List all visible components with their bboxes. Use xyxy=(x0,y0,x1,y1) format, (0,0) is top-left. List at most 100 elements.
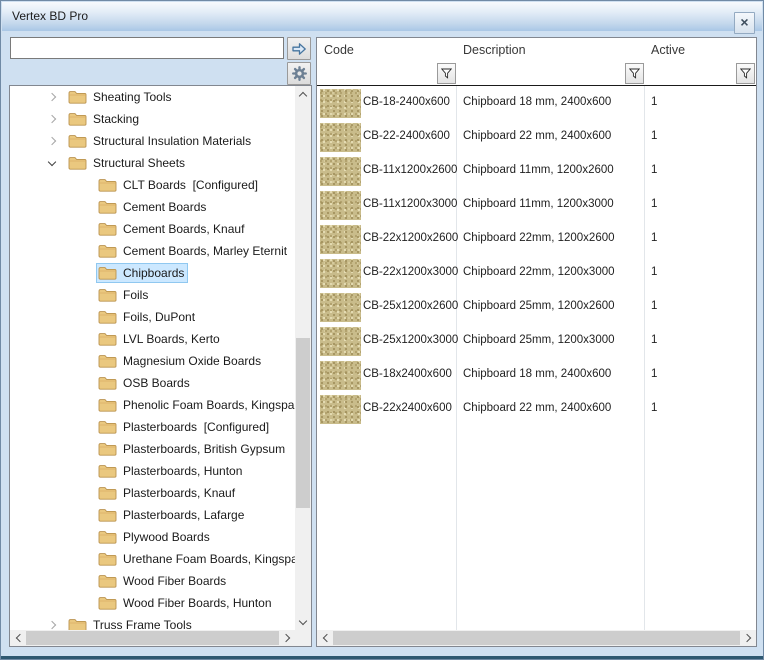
folder-icon xyxy=(98,244,117,258)
tree-item[interactable]: Cement Boards xyxy=(10,196,295,218)
scrollbar-thumb[interactable] xyxy=(26,631,279,645)
tree-vertical-scrollbar[interactable] xyxy=(295,86,311,630)
table-horizontal-scrollbar[interactable] xyxy=(317,630,756,646)
tree-item[interactable]: Plasterboards, Hunton xyxy=(10,460,295,482)
cell-code: CB-22-2400x600 xyxy=(363,130,450,142)
folder-icon xyxy=(98,508,117,522)
gear-icon xyxy=(291,65,308,82)
tree-item[interactable]: Plasterboards, Knauf xyxy=(10,482,295,504)
tree-item[interactable]: Urethane Foam Boards, Kingspan xyxy=(10,548,295,570)
chipboard-texture-thumbnail xyxy=(320,191,361,220)
tree-item-label: Plasterboards, Knauf xyxy=(123,482,235,504)
scroll-up-icon[interactable] xyxy=(295,86,311,102)
tree-item[interactable]: Wood Fiber Boards xyxy=(10,570,295,592)
cell-description: Chipboard 18 mm, 2400x600 xyxy=(463,368,611,380)
folder-icon xyxy=(98,222,117,236)
tree-item-label: Cement Boards xyxy=(123,196,206,218)
tree-item[interactable]: Plasterboards, British Gypsum xyxy=(10,438,295,460)
cell-code: CB-11x1200x2600 xyxy=(363,164,457,176)
tree-item[interactable]: Wood Fiber Boards, Hunton xyxy=(10,592,295,614)
table-row[interactable]: CB-11x1200x3000 Chipboard 11mm, 1200x300… xyxy=(317,189,756,223)
tree-item-label: Truss Frame Tools xyxy=(93,614,192,630)
tree-item-label: Urethane Foam Boards, Kingspan xyxy=(123,548,295,570)
close-button[interactable]: × xyxy=(734,12,755,34)
tree-item-label: Structural Sheets xyxy=(93,152,185,174)
tree-item[interactable]: Truss Frame Tools xyxy=(10,614,295,630)
table-row[interactable]: CB-25x1200x2600 Chipboard 25mm, 1200x260… xyxy=(317,291,756,325)
folder-icon xyxy=(98,266,117,280)
chipboard-texture-thumbnail xyxy=(320,395,361,424)
filter-button-description[interactable] xyxy=(625,63,644,84)
table-row[interactable]: CB-22x1200x2600 Chipboard 22mm, 1200x260… xyxy=(317,223,756,257)
tree-item[interactable]: LVL Boards, Kerto xyxy=(10,328,295,350)
chipboard-texture-thumbnail xyxy=(320,123,361,152)
tree-item[interactable]: Magnesium Oxide Boards xyxy=(10,350,295,372)
cell-code: CB-25x1200x3000 xyxy=(363,334,458,346)
scroll-down-icon[interactable] xyxy=(295,614,311,630)
tree-item[interactable]: Sheating Tools xyxy=(10,86,295,108)
tree-horizontal-scrollbar[interactable] xyxy=(10,630,295,646)
table-row[interactable]: CB-22-2400x600 Chipboard 22 mm, 2400x600… xyxy=(317,121,756,155)
column-header-active[interactable]: Active xyxy=(651,43,685,57)
table-row[interactable]: CB-22x1200x3000 Chipboard 22mm, 1200x300… xyxy=(317,257,756,291)
search-go-button[interactable] xyxy=(287,37,311,60)
table-row[interactable]: CB-22x2400x600 Chipboard 22 mm, 2400x600… xyxy=(317,393,756,427)
tree-item-label: Plasterboards, Lafarge xyxy=(123,504,244,526)
table-header: Code Description Active xyxy=(317,38,756,86)
tree-item-label: LVL Boards, Kerto xyxy=(123,328,220,350)
tree-item-label: Plywood Boards xyxy=(123,526,210,548)
expander-chevron-icon[interactable] xyxy=(48,620,58,630)
chipboard-texture-thumbnail xyxy=(320,327,361,356)
folder-tree: Sheating Tools Stacking xyxy=(10,86,295,630)
expander-chevron-icon[interactable] xyxy=(48,158,58,168)
tree-item[interactable]: Structural Insulation Materials xyxy=(10,130,295,152)
tree-item[interactable]: Foils xyxy=(10,284,295,306)
cell-code: CB-18x2400x600 xyxy=(363,368,452,380)
search-input[interactable] xyxy=(10,37,284,59)
cell-description: Chipboard 22 mm, 2400x600 xyxy=(463,130,611,142)
cell-description: Chipboard 11mm, 1200x2600 xyxy=(463,164,614,176)
tree-item[interactable]: Foils, DuPont xyxy=(10,306,295,328)
scrollbar-thumb[interactable] xyxy=(333,631,740,645)
tree-item[interactable]: Cement Boards, Knauf xyxy=(10,218,295,240)
scroll-left-icon[interactable] xyxy=(10,630,26,646)
tree-item[interactable]: Structural Sheets xyxy=(10,152,295,174)
tree-item[interactable]: Plasterboards, Lafarge xyxy=(10,504,295,526)
tree-item[interactable]: CLT Boards [Configured] xyxy=(10,174,295,196)
folder-icon xyxy=(98,288,117,302)
tree-item[interactable]: Phenolic Foam Boards, Kingspan xyxy=(10,394,295,416)
filter-button-active[interactable] xyxy=(736,63,755,84)
scroll-left-icon[interactable] xyxy=(317,630,333,646)
expander-chevron-icon[interactable] xyxy=(48,92,58,102)
tree-item-label: Stacking xyxy=(93,108,139,130)
cell-code: CB-18-2400x600 xyxy=(363,96,450,108)
scroll-right-icon[interactable] xyxy=(740,630,756,646)
settings-button[interactable] xyxy=(287,62,311,85)
table-row[interactable]: CB-18-2400x600 Chipboard 18 mm, 2400x600… xyxy=(317,87,756,121)
column-header-description[interactable]: Description xyxy=(463,43,526,57)
tree-item-label: CLT Boards [Configured] xyxy=(123,174,258,196)
tree-item[interactable]: OSB Boards xyxy=(10,372,295,394)
filter-button-code[interactable] xyxy=(437,63,456,84)
scrollbar-thumb[interactable] xyxy=(296,338,310,508)
scroll-right-icon[interactable] xyxy=(279,630,295,646)
column-header-code[interactable]: Code xyxy=(324,43,354,57)
tree-item[interactable]: Chipboards xyxy=(10,262,295,284)
tree-item-label: Wood Fiber Boards xyxy=(123,570,226,592)
tree-item-label: Phenolic Foam Boards, Kingspan xyxy=(123,394,295,416)
table-row[interactable]: CB-18x2400x600 Chipboard 18 mm, 2400x600… xyxy=(317,359,756,393)
folder-icon xyxy=(98,332,117,346)
table-row[interactable]: CB-11x1200x2600 Chipboard 11mm, 1200x260… xyxy=(317,155,756,189)
tree-item[interactable]: Plywood Boards xyxy=(10,526,295,548)
tree-item[interactable]: Cement Boards, Marley Eternit xyxy=(10,240,295,262)
expander-chevron-icon[interactable] xyxy=(48,136,58,146)
tree-item[interactable]: Stacking xyxy=(10,108,295,130)
tree-item[interactable]: Plasterboards [Configured] xyxy=(10,416,295,438)
tree-item-label: Cement Boards, Marley Eternit xyxy=(123,240,287,262)
expander-chevron-icon[interactable] xyxy=(48,114,58,124)
filter-funnel-icon xyxy=(629,68,640,79)
filter-funnel-icon xyxy=(740,68,751,79)
table-row[interactable]: CB-25x1200x3000 Chipboard 25mm, 1200x300… xyxy=(317,325,756,359)
title-bar[interactable]: Vertex BD Pro × xyxy=(2,2,762,31)
tree-item-label: Sheating Tools xyxy=(93,86,172,108)
